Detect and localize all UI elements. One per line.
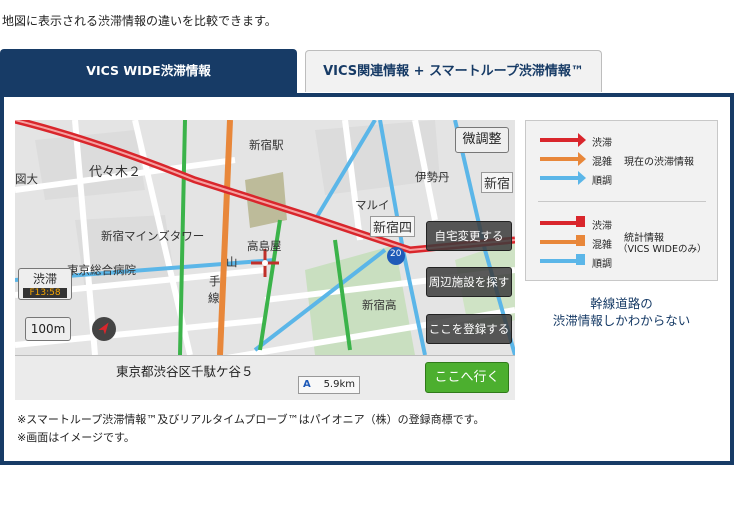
map-label-sen: 線 — [208, 291, 220, 305]
map-label-yama: 山 — [226, 255, 238, 269]
traffic-badge-label: 渋滞 — [32, 272, 57, 286]
nearby-search-button[interactable]: 周辺施設を探す — [426, 267, 512, 297]
map-label-tokyo-sogo: 東京総合病院 — [67, 263, 136, 277]
legend-current-title: 現在の渋滞情報 — [624, 157, 694, 168]
adjust-button[interactable]: 微調整 — [455, 127, 509, 153]
traffic-badge[interactable]: 渋滞 F13:58 — [18, 268, 72, 300]
map-bottom-bar: 東京都渋谷区千駄ケ谷５ A 5.9km ここへ行く — [15, 355, 515, 400]
legend-stats-congested: 混雑 — [592, 240, 612, 251]
caption-line2: 渋滞情報しかわからない — [552, 313, 691, 328]
distance-indicator: A 5.9km — [298, 376, 360, 394]
map-label-shinjuku: 新宿 — [481, 172, 514, 193]
home-change-button[interactable]: 自宅変更する — [426, 221, 512, 251]
legend-stats-smooth: 順調 — [592, 259, 612, 270]
legend-divider — [538, 201, 706, 202]
map-label-mines: 新宿マインズタワー — [101, 229, 205, 243]
legend-current-congested: 混雑 — [592, 157, 612, 168]
tab-vics-smartloop[interactable]: VICS関連情報 + スマートループ渋滞情報™ — [305, 50, 602, 92]
distance-icon: A — [303, 379, 311, 390]
map-label-shinjuku-high: 新宿高 — [362, 298, 397, 312]
go-here-button[interactable]: ここへ行く — [425, 362, 509, 393]
intro-text: 地図に表示される渋滞情報の違いを比較できます。 — [2, 14, 277, 28]
traffic-legend: 渋滞 混雑 順調 現在の渋滞情報 渋滞 混雑 順調 統計情報 （VICS WID… — [525, 120, 718, 281]
map-label-yoyogi2: 代々木２ — [89, 165, 142, 180]
map-label-shinjuku4: 新宿四 — [370, 216, 416, 237]
current-address: 東京都渋谷区千駄ケ谷５ — [116, 364, 254, 379]
legend-stats-jam: 渋滞 — [592, 221, 612, 232]
tab-vics-wide[interactable]: VICS WIDE渋滞情報 — [0, 49, 297, 93]
map-label-marui: マルイ — [355, 198, 390, 212]
footnote-image: ※画面はイメージです。 — [17, 431, 135, 444]
legend-current-jam: 渋滞 — [592, 138, 612, 149]
comparison-panel: 新宿駅 代々木２ 図大 伊勢丹 マルイ 新宿四 新宿マインズタワー 高島屋 山 … — [0, 93, 734, 465]
stats-bars — [540, 216, 585, 265]
comparison-caption: 幹線道路の 渋滞情報しかわからない — [525, 295, 718, 329]
map-label-isetan: 伊勢丹 — [415, 170, 450, 184]
map-label-station: 新宿駅 — [249, 138, 284, 152]
distance-value: 5.9km — [323, 379, 355, 390]
map-label-te: 手 — [209, 274, 221, 288]
legend-current-smooth: 順調 — [592, 176, 612, 187]
compass-icon[interactable] — [92, 317, 116, 341]
caption-line1: 幹線道路の — [590, 296, 653, 311]
navigation-map[interactable]: 新宿駅 代々木２ 図大 伊勢丹 マルイ 新宿四 新宿マインズタワー 高島屋 山 … — [15, 120, 515, 400]
map-label-takashimaya: 高島屋 — [247, 239, 282, 253]
legend-stats-subtitle: （VICS WIDEのみ） — [618, 244, 707, 255]
map-route-number: 20 — [390, 249, 402, 259]
scale-button[interactable]: 100m — [25, 317, 71, 341]
traffic-badge-time: F13:58 — [23, 288, 67, 298]
current-arrows — [540, 133, 586, 185]
register-location-button[interactable]: ここを登録する — [426, 314, 512, 344]
map-label-zu: 図大 — [15, 172, 38, 186]
footnote-trademark: ※スマートループ渋滞情報™及びリアルタイムプローブ™はパイオニア（株）の登録商標… — [17, 413, 485, 426]
